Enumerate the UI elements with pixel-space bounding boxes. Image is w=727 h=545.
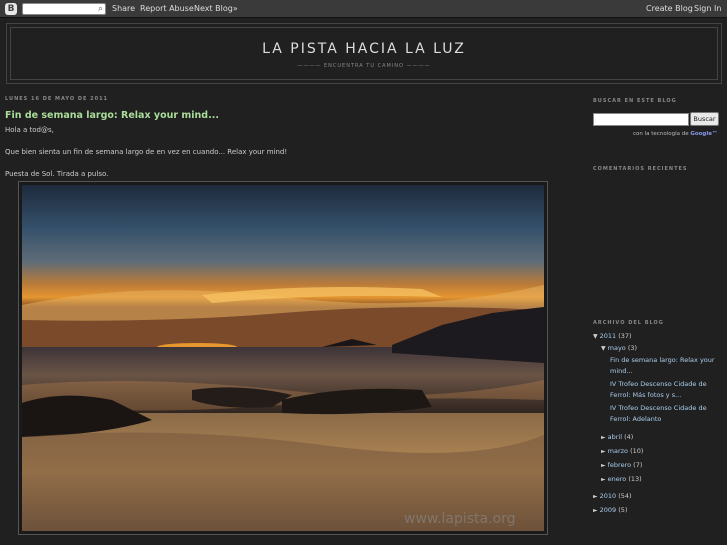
triangle-right-icon[interactable]: ► — [593, 507, 598, 514]
next-blog-link[interactable]: Next Blog» — [194, 4, 238, 13]
post-text-line: Que bien sienta un fin de semana largo d… — [5, 148, 288, 156]
photo-watermark: www.lapista.org — [404, 511, 516, 527]
blogger-navbar: B ⌕ Share Report Abuse Next Blog» Create… — [0, 0, 727, 18]
powered-by-text: con la tecnología de — [633, 131, 689, 137]
triangle-down-icon[interactable]: ▼ — [601, 345, 606, 352]
main-column: LUNES 16 DE MAYO DE 2011 Fin de semana l… — [5, 96, 553, 535]
archive-year-2011[interactable]: ▼ 2011 (37) — [593, 332, 632, 341]
archive-month-febrero[interactable]: ► febrero (7) — [601, 461, 642, 470]
triangle-right-icon[interactable]: ► — [601, 476, 606, 483]
triangle-right-icon[interactable]: ► — [601, 462, 606, 469]
post-title[interactable]: Fin de semana largo: Relax your mind... — [5, 110, 553, 121]
archive-month-enero[interactable]: ► enero (13) — [601, 475, 642, 484]
sunset-photo[interactable]: www.lapista.org — [18, 181, 548, 535]
archive-month-abril[interactable]: ► abril (4) — [601, 433, 633, 442]
search-widget-title: BUSCAR EN ESTE BLOG — [593, 98, 677, 104]
blogger-logo-icon[interactable]: B — [5, 3, 17, 15]
recent-comments-title: COMENTARIOS RECIENTES — [593, 166, 688, 172]
blog-title[interactable]: LA PISTA HACIA LA LUZ — [11, 41, 717, 57]
archive-post-link[interactable]: IV Trofeo Descenso Cidade de Ferrol: Ade… — [610, 404, 707, 424]
triangle-right-icon[interactable]: ► — [601, 448, 606, 455]
archive-post-link[interactable]: IV Trofeo Descenso Cidade de Ferrol: Más… — [610, 380, 707, 400]
search-button[interactable]: Buscar — [690, 112, 719, 126]
blog-header: LA PISTA HACIA LA LUZ ———— ENCUENTRA TU … — [6, 23, 722, 84]
post-caption: Puesta de Sol. Tirada a pulso. — [5, 170, 109, 178]
archive-month-mayo[interactable]: ▼ mayo (3) — [601, 344, 637, 353]
archive-year-2009[interactable]: ► 2009 (5) — [593, 506, 627, 515]
archive-post-link[interactable]: Fin de semana largo: Relax your mind... — [610, 356, 715, 376]
blog-search-input[interactable] — [593, 113, 689, 126]
archive-month-marzo[interactable]: ► marzo (10) — [601, 447, 643, 456]
powered-by-google: con la tecnología de Google™ — [633, 131, 717, 137]
google-logo-icon: Google™ — [690, 131, 718, 137]
search-icon[interactable]: ⌕ — [98, 4, 103, 15]
blog-description: ———— ENCUENTRA TU CAMINO ———— — [297, 63, 431, 69]
post-date: LUNES 16 DE MAYO DE 2011 — [5, 96, 109, 102]
triangle-right-icon[interactable]: ► — [601, 434, 606, 441]
share-link[interactable]: Share — [112, 4, 135, 13]
archive-title: ARCHIVO DEL BLOG — [593, 320, 664, 326]
sign-in-link[interactable]: Sign In — [694, 4, 721, 13]
triangle-right-icon[interactable]: ► — [593, 493, 598, 500]
post-greeting: Hola a tod@s, — [5, 126, 54, 134]
navbar-search-input[interactable]: ⌕ — [22, 3, 106, 15]
report-abuse-link[interactable]: Report Abuse — [140, 4, 194, 13]
triangle-down-icon[interactable]: ▼ — [593, 333, 598, 340]
header-inner-border: LA PISTA HACIA LA LUZ ———— ENCUENTRA TU … — [10, 27, 718, 80]
archive-year-2010[interactable]: ► 2010 (54) — [593, 492, 632, 501]
sunset-image: www.lapista.org — [22, 185, 544, 531]
create-blog-link[interactable]: Create Blog — [646, 4, 693, 13]
